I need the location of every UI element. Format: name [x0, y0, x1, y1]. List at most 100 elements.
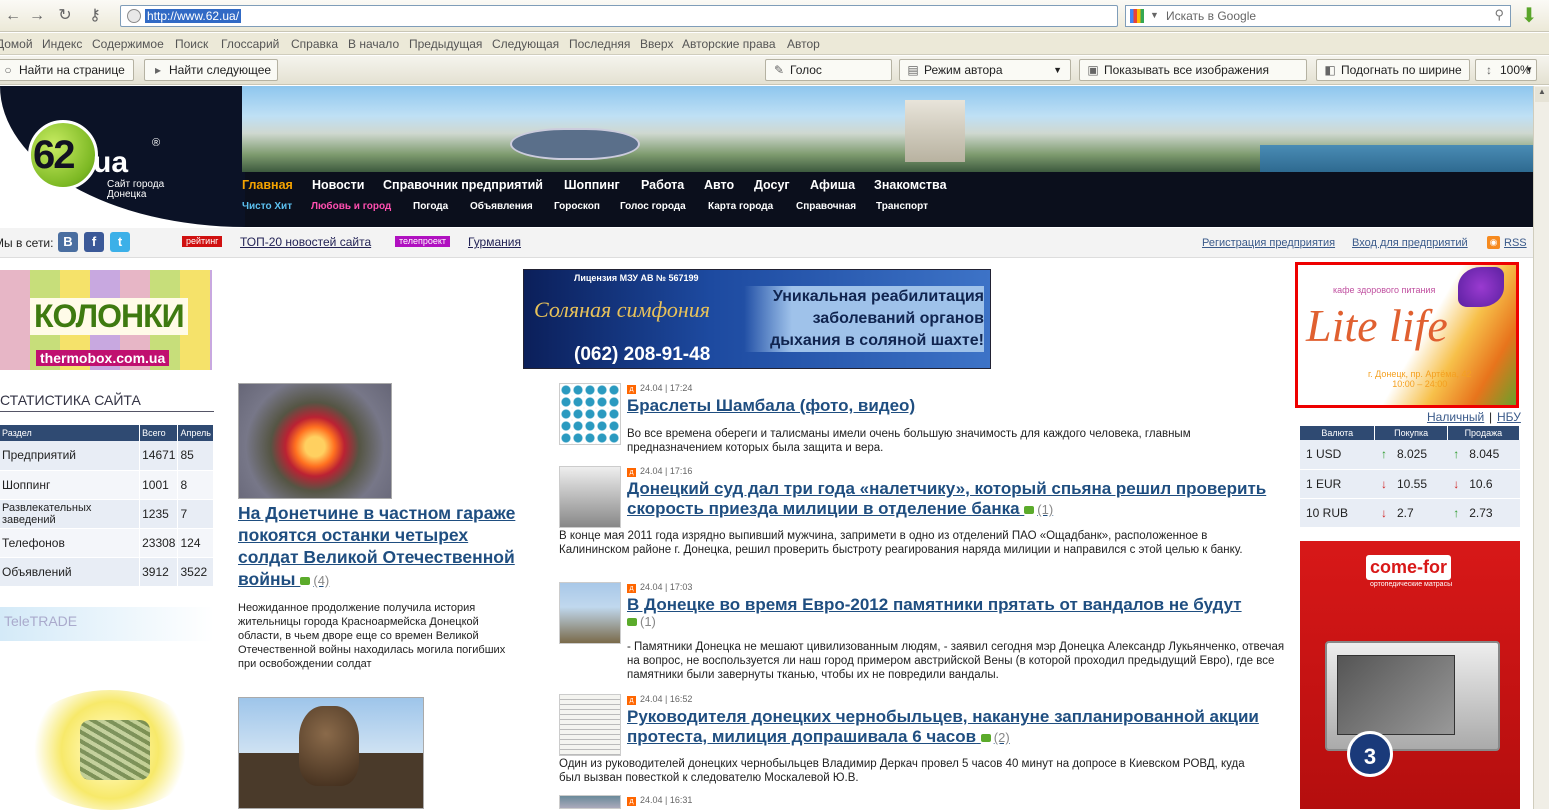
money-ad[interactable]	[20, 690, 200, 810]
news-title-text[interactable]: Донецкий суд дал три года «налетчику», к…	[627, 479, 1266, 518]
submenu-item-transport[interactable]: Транспорт	[876, 201, 928, 212]
menu-item-afisha[interactable]: Афиша	[810, 178, 855, 192]
news-thumbnail[interactable]	[559, 383, 621, 445]
search-icon[interactable]: ⚲	[1494, 7, 1504, 23]
menu-item-news[interactable]: Новости	[312, 178, 364, 192]
top20-link[interactable]: ТОП-20 новостей сайта	[240, 235, 371, 249]
vertical-scrollbar[interactable]: ▲	[1533, 86, 1549, 809]
news-thumbnail[interactable]	[559, 466, 621, 528]
comment-count[interactable]: (1)	[627, 614, 656, 629]
feature-title[interactable]: На Донетчине в частном гараже покоятся о…	[238, 502, 518, 592]
facebook-icon[interactable]: f	[84, 232, 104, 252]
submenu-item-horoscope[interactable]: Гороскоп	[554, 201, 600, 212]
company-login-link[interactable]: Вход для предприятий	[1352, 237, 1468, 249]
search-placeholder[interactable]: Искать в Google	[1166, 9, 1256, 23]
nav-link-prev[interactable]: Предыдущая	[409, 37, 482, 51]
cash-rates-link[interactable]: Наличный	[1427, 410, 1484, 424]
voice-button[interactable]: ✎ Голос	[765, 59, 892, 81]
table-row: 1 USD ↑ 8.025 ↑ 8.045	[1300, 440, 1520, 470]
menu-item-leisure[interactable]: Досуг	[754, 178, 790, 192]
news-title[interactable]: Браслеты Шамбала (фото, видео)	[627, 396, 1277, 416]
logo-number[interactable]: 62	[33, 133, 75, 178]
key-icon[interactable]: ⚷	[84, 6, 106, 26]
feature-text: Неожиданное продолжение получила история…	[238, 602, 506, 670]
logo-ua[interactable]: ua	[93, 146, 128, 180]
nav-link-last[interactable]: Последняя	[569, 37, 630, 51]
twitter-icon[interactable]: t	[110, 232, 130, 252]
search-box[interactable]: ▼ Искать в Google ⚲	[1125, 5, 1511, 27]
submenu-item-ads[interactable]: Объявления	[470, 201, 533, 212]
nav-link-author[interactable]: Автор	[787, 37, 820, 51]
salt-cave-banner[interactable]: Лицензия МЗУ АВ № 567199 Соляная симфони…	[523, 269, 991, 369]
news-thumbnail[interactable]	[559, 795, 621, 809]
news-title[interactable]: Донецкий суд дал три года «налетчику», к…	[627, 479, 1277, 520]
scroll-up-icon[interactable]: ▲	[1535, 87, 1549, 102]
comment-count[interactable]: (4)	[300, 573, 329, 588]
teletrade-ad[interactable]: TeleTRADE	[0, 607, 214, 641]
kolonki-url: thermobox.com.ua	[36, 350, 170, 366]
find-bar: ○ Найти на странице ▸ Найти следующее ✎ Гол…	[0, 56, 1549, 85]
address-bar[interactable]: http://www.62.ua/	[120, 5, 1118, 27]
rss-icon[interactable]: ◉	[1487, 236, 1500, 249]
back-icon[interactable]: ←	[2, 6, 24, 26]
menu-item-jobs[interactable]: Работа	[641, 178, 684, 192]
nav-link-home[interactable]: Домой	[0, 37, 33, 51]
reload-icon[interactable]: ↻	[54, 6, 76, 26]
menu-item-auto[interactable]: Авто	[704, 178, 734, 192]
nav-link-contents[interactable]: Содержимое	[92, 37, 164, 51]
find-input[interactable]: ○ Найти на странице	[0, 59, 134, 81]
vkontakte-icon[interactable]: B	[58, 232, 78, 252]
menu-item-home[interactable]: Главная	[242, 178, 293, 192]
search-icon: ○	[4, 63, 12, 77]
news-thumbnail[interactable]	[559, 582, 621, 644]
zoom-select[interactable]: ↕ 100% ▼	[1475, 59, 1537, 81]
news-title-text[interactable]: Руководителя донецких чернобыльцев, нака…	[627, 707, 1259, 746]
dropdown-arrow-icon[interactable]: ▼	[1150, 10, 1159, 20]
download-icon[interactable]: ⬇	[1518, 5, 1540, 27]
find-next-label: Найти следующее	[169, 63, 272, 77]
find-next-button[interactable]: ▸ Найти следующее	[144, 59, 278, 81]
menu-item-directory[interactable]: Справочник предприятий	[383, 178, 543, 192]
come-for-ad[interactable]: come-for ортопедические матрасы 3	[1300, 541, 1520, 809]
menu-item-shopping[interactable]: Шоппинг	[564, 178, 620, 192]
show-images-button[interactable]: ▣ Показывать все изображения	[1079, 59, 1307, 81]
news-title[interactable]: Руководителя донецких чернобыльцев, нака…	[627, 707, 1277, 748]
eternal-flame-photo[interactable]	[238, 383, 392, 499]
kolonki-ad[interactable]: КОЛОНКИ thermobox.com.ua	[0, 270, 212, 370]
submenu-item-hit[interactable]: Чисто Хит	[242, 201, 292, 212]
comment-count[interactable]: (1)	[1024, 502, 1053, 517]
comment-count[interactable]: (2)	[980, 730, 1010, 745]
nav-link-start[interactable]: В начало	[348, 37, 399, 51]
register-company-link[interactable]: Регистрация предприятия	[1202, 237, 1335, 249]
feature-title-text[interactable]: На Донетчине в частном гараже покоятся о…	[238, 503, 515, 589]
submenu-item-map[interactable]: Карта города	[708, 201, 773, 212]
nav-link-search[interactable]: Поиск	[175, 37, 208, 51]
nav-link-index[interactable]: Индекс	[42, 37, 82, 51]
url-text[interactable]: http://www.62.ua/	[145, 9, 242, 23]
fit-width-button[interactable]: ◧ Подогнать по ширине	[1316, 59, 1470, 81]
image-icon: ▣	[1087, 63, 1099, 77]
nav-link-up[interactable]: Вверх	[640, 37, 673, 51]
author-mode-select[interactable]: ▤ Режим автора ▼	[899, 59, 1071, 81]
nav-link-help[interactable]: Справка	[291, 37, 338, 51]
news-date: 24.04	[640, 466, 663, 476]
nbu-rates-link[interactable]: НБУ	[1497, 410, 1521, 424]
submenu-item-weather[interactable]: Погода	[413, 201, 448, 212]
submenu-item-voice[interactable]: Голос города	[620, 201, 686, 212]
submenu-item-love[interactable]: Любовь и город	[311, 201, 391, 212]
submenu-item-info[interactable]: Справочная	[796, 201, 856, 212]
news-title[interactable]: В Донецке во время Евро-2012 памятники п…	[627, 595, 1277, 615]
forward-icon[interactable]: →	[26, 6, 48, 26]
news-thumbnail[interactable]	[559, 694, 621, 756]
menu-item-dating[interactable]: Знакомства	[874, 178, 947, 192]
lite-life-ad[interactable]: кафе здорового питания Lite life г. Доне…	[1295, 262, 1519, 408]
nav-link-glossary[interactable]: Глоссарий	[221, 37, 279, 51]
exchange-rates-table: Валюта Покупка Продажа 1 USD ↑ 8.025 ↑ 8…	[1300, 426, 1521, 528]
gurmania-link[interactable]: Гурмания	[468, 235, 521, 249]
nav-link-copyright[interactable]: Авторские права	[682, 37, 776, 51]
monument-photo[interactable]	[238, 697, 424, 809]
google-icon[interactable]	[1130, 9, 1144, 23]
nav-link-next[interactable]: Следующая	[492, 37, 559, 51]
currency-cell: 1 EUR	[1300, 469, 1375, 499]
rss-link[interactable]: RSS	[1504, 237, 1527, 249]
